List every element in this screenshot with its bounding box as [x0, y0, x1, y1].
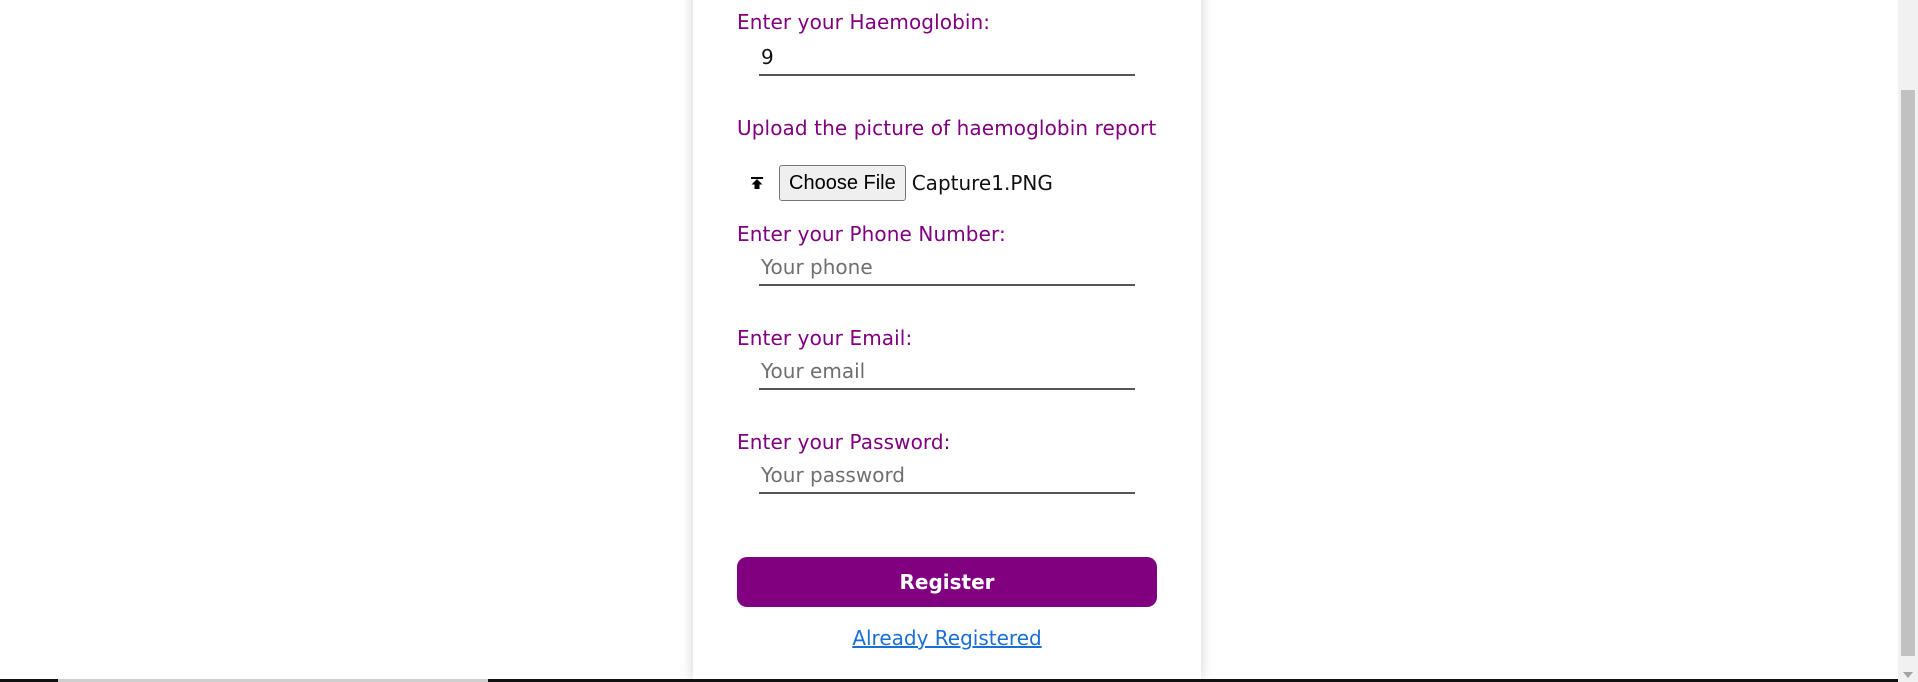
email-input[interactable]: Your email [759, 354, 1135, 390]
choose-file-button[interactable]: Choose File [779, 165, 906, 201]
password-placeholder: Your password [761, 463, 906, 487]
scroll-down-arrow-icon[interactable] [1903, 672, 1913, 678]
haemoglobin-input[interactable]: 9 [759, 40, 1135, 76]
email-placeholder: Your email [761, 359, 866, 383]
scrollbar-thumb[interactable] [1901, 90, 1915, 656]
haemoglobin-label: Enter your Haemoglobin: [737, 10, 991, 34]
upload-label: Upload the picture of haemoglobin report [737, 116, 1157, 140]
password-label: Enter your Password: [737, 430, 951, 454]
selected-file-name: Capture1.PNG [911, 171, 1053, 195]
register-button[interactable]: Register [737, 557, 1157, 607]
registration-card: Enter your Haemoglobin: 9 Upload the pic… [693, 0, 1201, 680]
phone-label: Enter your Phone Number: [737, 222, 1006, 246]
phone-input[interactable]: Your phone [759, 250, 1135, 286]
password-input[interactable]: Your password [759, 458, 1135, 494]
vertical-scrollbar[interactable] [1898, 0, 1918, 682]
page-viewport: Enter your Haemoglobin: 9 Upload the pic… [0, 0, 1898, 682]
upload-icon [747, 173, 767, 193]
already-registered-link[interactable]: Already Registered [737, 626, 1157, 650]
haemoglobin-value: 9 [761, 45, 774, 69]
upload-arrow-icon [751, 177, 763, 189]
phone-placeholder: Your phone [761, 255, 873, 279]
email-label: Enter your Email: [737, 326, 913, 350]
file-upload-row[interactable]: Choose File Capture1.PNG [747, 164, 1053, 202]
